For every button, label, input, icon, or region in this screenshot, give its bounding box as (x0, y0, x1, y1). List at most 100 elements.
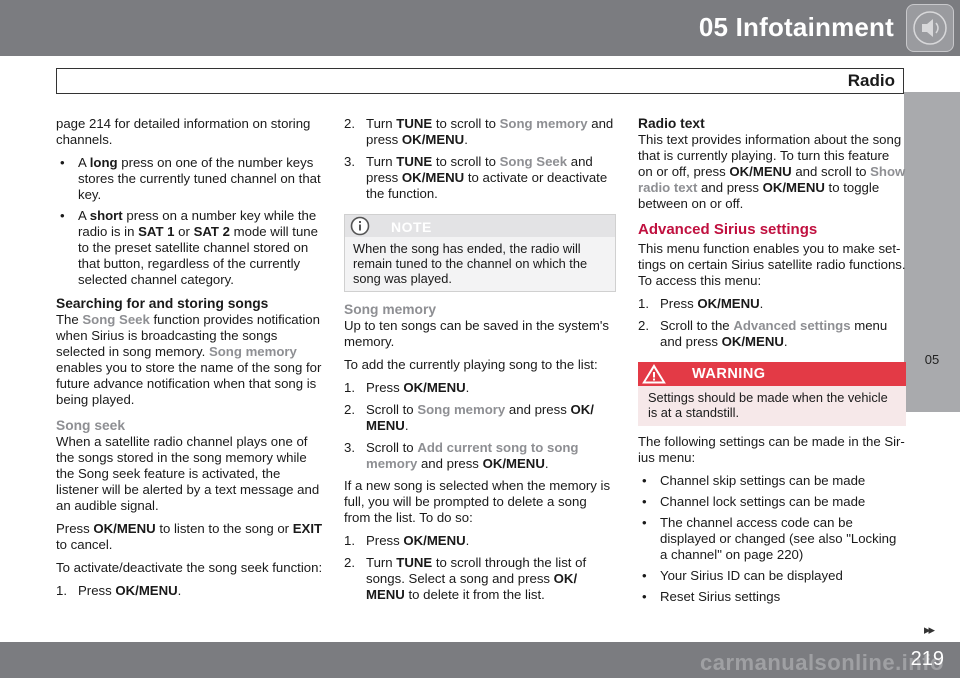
step-item: 3. Scroll to Add current song to song mem… (344, 440, 616, 472)
text: Scroll to (366, 440, 418, 455)
text: . (544, 456, 549, 471)
list-item: The channel access code can be displayed… (638, 515, 906, 563)
paragraph: Up to ten songs can be saved in the syst… (344, 318, 609, 349)
page-number: 219 (910, 648, 944, 670)
list-item: Your Sirius ID can be displayed (638, 568, 906, 584)
step-number: 2. (638, 318, 649, 333)
text: Scroll to the (660, 318, 734, 333)
menu-term: Advanced settings (733, 318, 851, 333)
bold-text: OK/MENU (403, 380, 466, 395)
paragraph: This menu function enables you to make s… (638, 241, 906, 288)
side-tab-label: 05 (924, 352, 940, 367)
heading-song-seek: Song seek (56, 418, 126, 433)
text: A (78, 155, 90, 170)
note-box: NOTE When the song has ended, the radio … (344, 214, 616, 292)
text: Press (660, 296, 698, 311)
text: and press (505, 402, 571, 417)
bold-text: EXIT (292, 521, 323, 536)
bold-text: TUNE (396, 116, 433, 131)
step-item: 2. Scroll to Song memory and press OK/ ME… (344, 402, 616, 434)
text: Turn (366, 555, 397, 570)
text: Turn (366, 116, 397, 131)
text: A (78, 208, 90, 223)
paragraph: This text provides information about the… (638, 132, 906, 212)
column-2: 2. Turn TUNE to scroll to Song memory and… (344, 116, 616, 609)
text: Press (78, 583, 116, 598)
text: Scroll to (366, 402, 418, 417)
bold-text: long (89, 155, 118, 170)
list-item: A short press on a number key while the … (56, 208, 324, 288)
text: Press (56, 521, 94, 536)
text: . (759, 296, 764, 311)
warning-header: WARNING (638, 362, 906, 386)
step-number: 1. (344, 533, 355, 548)
bold-text: OK/MENU (729, 164, 792, 179)
warning-box: WARNING Settings should be made when the… (638, 362, 906, 426)
note-text: When the song has ended, the radio will … (345, 237, 615, 291)
text: to delete it from the list. (404, 587, 545, 602)
section-header: Radio (56, 68, 904, 94)
info-icon (350, 216, 370, 236)
warning-triangle-icon (642, 364, 666, 384)
text: and scroll to (791, 164, 871, 179)
step-number: 2. (344, 116, 355, 131)
step-number: 1. (56, 583, 67, 598)
step-number: 1. (638, 296, 649, 311)
step-number: 1. (344, 380, 355, 395)
section-title: Radio (847, 71, 895, 90)
step-item: 2. Scroll to the Advanced settings menu a… (638, 318, 906, 350)
text: to cancel. (56, 537, 113, 552)
list-item: A long press on one of the number keys s… (56, 155, 324, 203)
text: Turn (366, 154, 397, 169)
bold-text: SAT 2 (193, 224, 230, 239)
warning-label: WARNING (692, 366, 766, 382)
step-item: 1. Press OK/MENU. (56, 583, 324, 599)
bold-text: short (89, 208, 123, 223)
bold-text: OK/MENU (697, 296, 760, 311)
step-number: 2. (344, 555, 355, 570)
intro-text: page 214 for detailed information on sto… (56, 116, 311, 147)
text: to scroll to (432, 154, 500, 169)
menu-term: Song memory (208, 344, 297, 359)
text: . (177, 583, 182, 598)
watermark: carmanualsonline.info (700, 650, 944, 675)
step-number: 3. (344, 440, 355, 455)
paragraph: The following settings can be made in th… (638, 434, 905, 465)
text: and press (697, 180, 763, 195)
bold-text: OK/MENU (93, 521, 156, 536)
page-footer: carmanualsonline.info 219 (0, 642, 960, 678)
paragraph: Press OK/MENU to listen to the song or E… (56, 521, 324, 553)
paragraph: To activate/deactivate the song seek fun… (56, 560, 323, 575)
step-number: 3. (344, 154, 355, 169)
text: Press (366, 380, 404, 395)
paragraph: When a satellite radio channel plays one… (56, 434, 320, 513)
next-page-arrows: ▸▸ (924, 622, 935, 637)
speaker-icon (913, 11, 947, 45)
bold-text: SAT 1 (138, 224, 175, 239)
warning-text: Settings should be made when the vehicle… (638, 386, 906, 426)
text: to listen to the song or (155, 521, 293, 536)
chapter-header: 05 Infotainment (0, 0, 960, 56)
step-item: 1. Press OK/MENU. (344, 380, 616, 396)
paragraph: The Song Seek function provides notifica… (56, 312, 324, 408)
text: . (783, 334, 788, 349)
text: Press (366, 533, 404, 548)
bold-text: OK/MENU (482, 456, 545, 471)
column-3: Radio text This text provides informatio… (638, 116, 906, 610)
heading-radio-text: Radio text (638, 116, 705, 131)
heading-song-memory: Song memory (344, 302, 436, 317)
bold-text: OK/MENU (115, 583, 178, 598)
text: . (464, 132, 468, 147)
step-item: 2. Turn TUNE to scroll to Song memory and… (344, 116, 616, 148)
heading-searching-songs: Searching for and storing songs (56, 296, 269, 311)
menu-term: Song memory (417, 402, 506, 417)
text: enables you to store the name of the son… (56, 360, 322, 407)
text: The (56, 312, 83, 327)
chapter-title: 05 Infotainment (698, 12, 894, 42)
text: to scroll to (432, 116, 500, 131)
text: . (465, 533, 470, 548)
bold-text: TUNE (396, 154, 433, 169)
step-item: 1. Press OK/MENU. (344, 533, 616, 549)
speaker-icon-box (906, 4, 954, 52)
note-label: NOTE (391, 219, 432, 235)
